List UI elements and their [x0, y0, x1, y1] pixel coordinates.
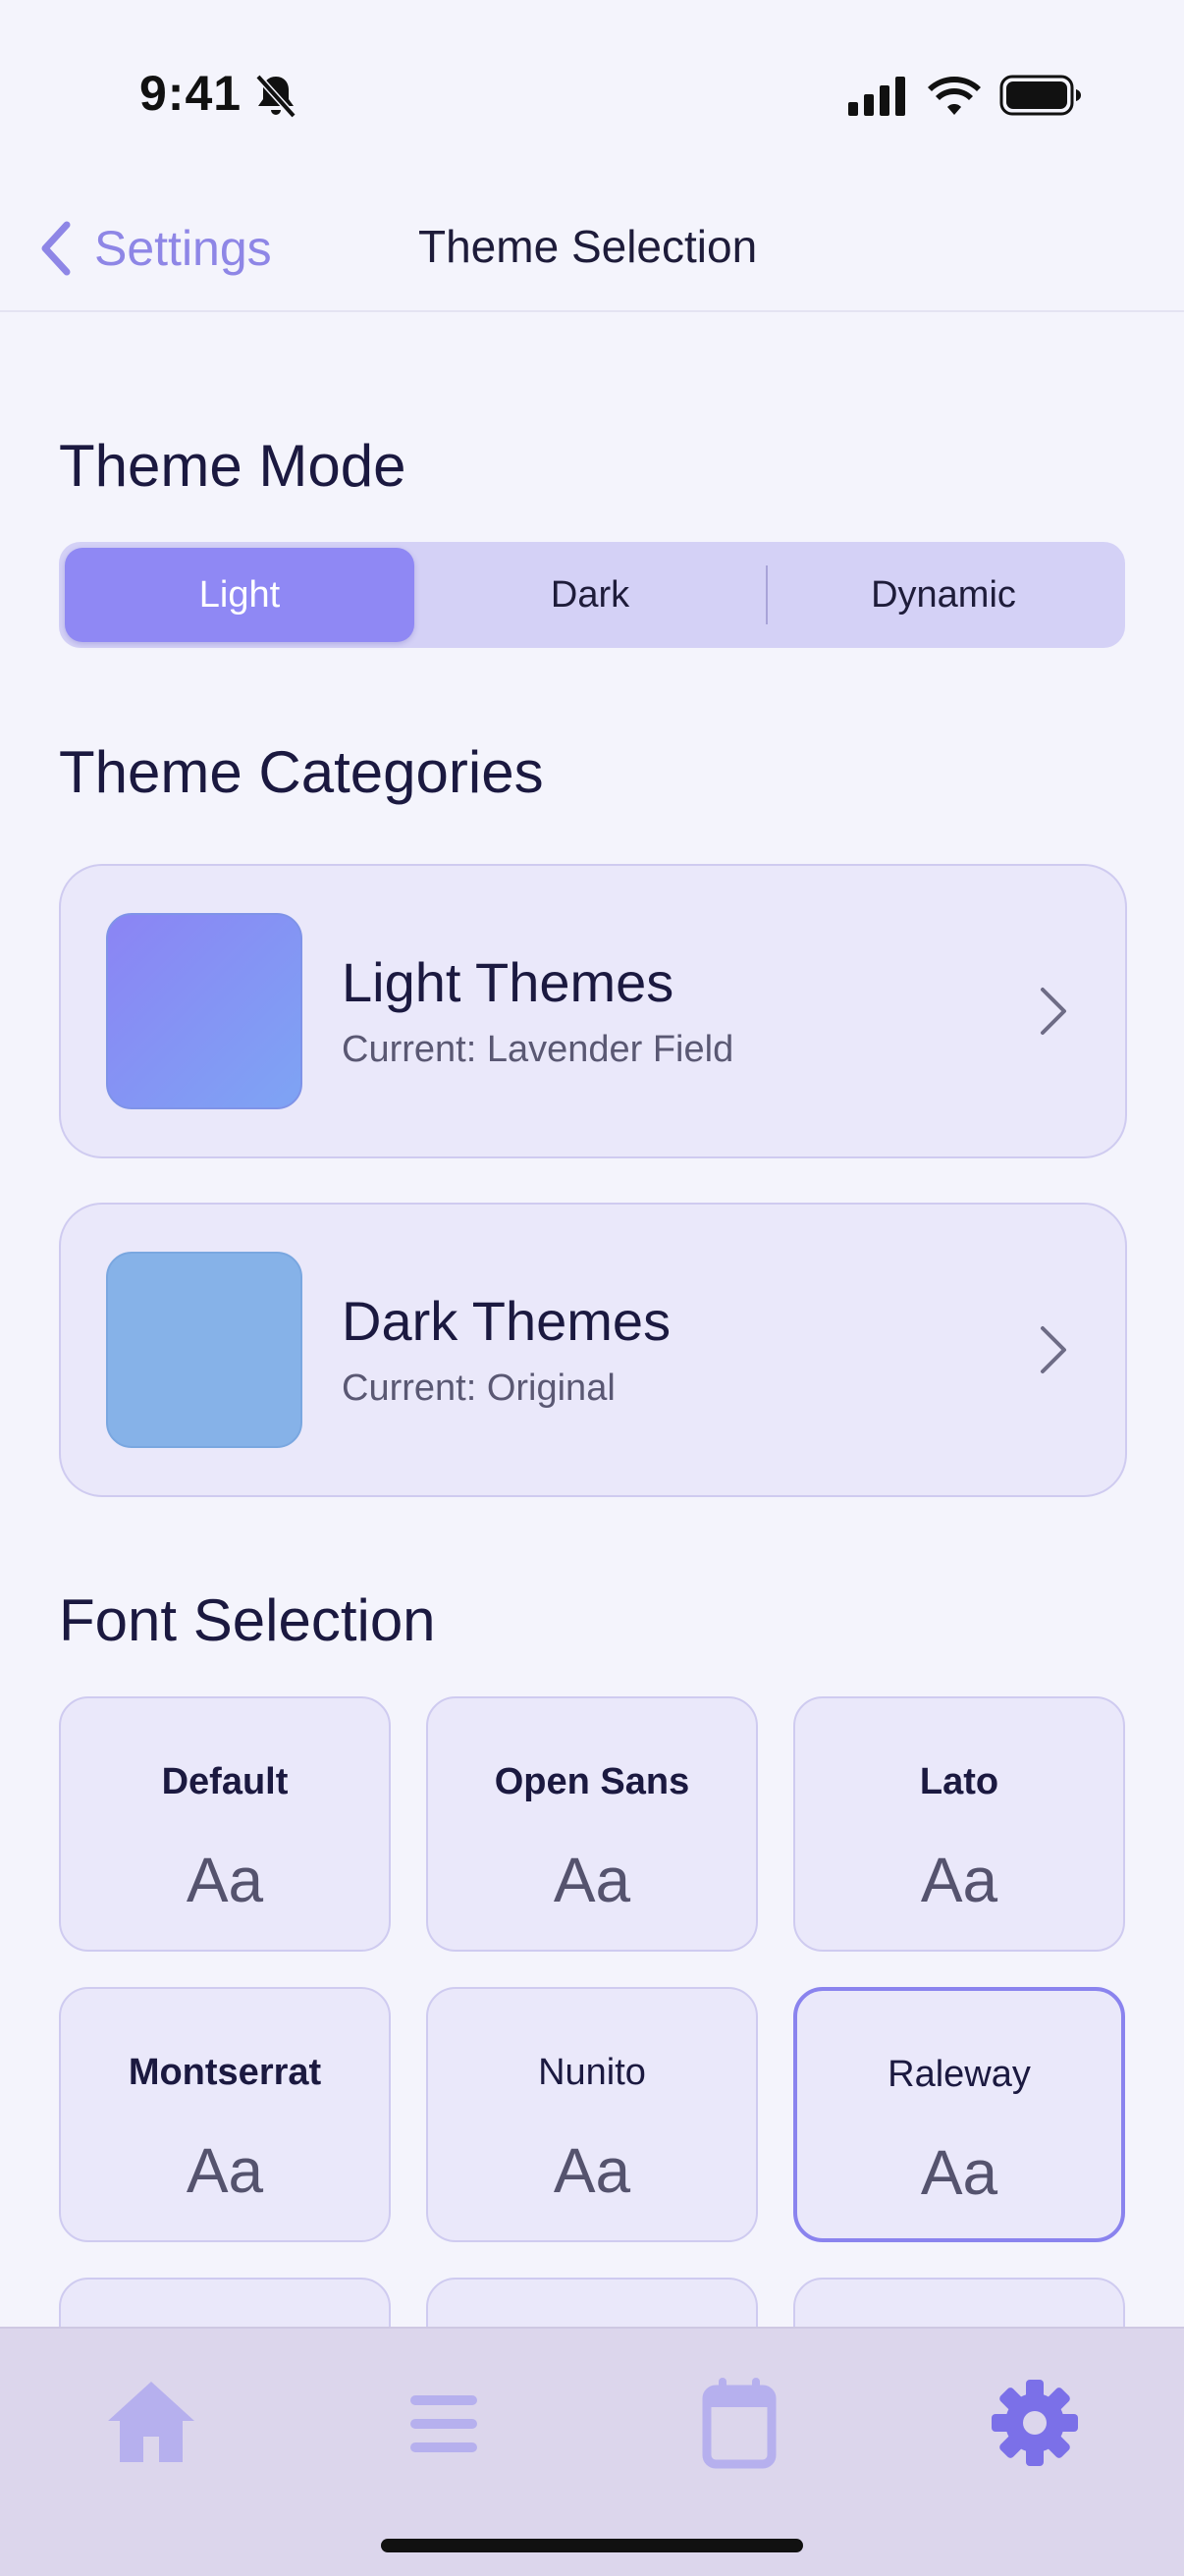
- theme-categories-heading: Theme Categories: [59, 739, 544, 805]
- battery-icon: [999, 75, 1081, 116]
- chevron-right-icon: [1041, 988, 1066, 1035]
- home-icon[interactable]: [92, 2368, 210, 2476]
- category-name: Dark Themes: [342, 1290, 672, 1352]
- font-tile-lato[interactable]: Lato Aa: [793, 1696, 1125, 1952]
- home-indicator: [381, 2539, 803, 2552]
- theme-mode-heading: Theme Mode: [59, 433, 406, 499]
- font-name: Open Sans: [494, 1761, 690, 1802]
- theme-mode-segmented-control: Light Dark Dynamic: [59, 542, 1125, 648]
- navigation-bar: Settings Theme Selection: [0, 187, 1184, 312]
- page-title: Theme Selection: [418, 221, 758, 272]
- category-current: Current: Original: [342, 1368, 616, 1409]
- light-theme-swatch: [106, 913, 302, 1109]
- font-sample: Aa: [186, 2135, 264, 2206]
- font-selection-heading: Font Selection: [59, 1587, 436, 1653]
- font-sample: Aa: [920, 2137, 998, 2208]
- chevron-right-icon: [1041, 1326, 1066, 1373]
- segment-light[interactable]: Light: [65, 548, 414, 642]
- bell-muted-icon: [255, 74, 296, 119]
- font-sample: Aa: [186, 1845, 264, 1915]
- font-sample: Aa: [553, 2135, 631, 2206]
- wifi-icon: [928, 77, 981, 115]
- font-name: Lato: [919, 1761, 999, 1802]
- dark-theme-swatch: [106, 1252, 302, 1448]
- back-button[interactable]: Settings: [35, 214, 272, 283]
- font-tile-nunito[interactable]: Nunito Aa: [426, 1987, 758, 2242]
- font-name: Default: [161, 1761, 289, 1802]
- font-sample: Aa: [553, 1845, 631, 1915]
- font-name: Raleway: [888, 2054, 1031, 2095]
- status-time: 9:41: [139, 66, 242, 121]
- calendar-icon[interactable]: [679, 2368, 797, 2476]
- status-bar: 9:41: [0, 0, 1184, 187]
- font-sample: Aa: [920, 1845, 998, 1915]
- cellular-signal-icon: [848, 77, 905, 116]
- chevron-left-icon: [41, 221, 71, 276]
- font-tile-montserrat[interactable]: Montserrat Aa: [59, 1987, 391, 2242]
- list-icon[interactable]: [385, 2368, 503, 2476]
- font-tile-raleway-selected[interactable]: Raleway Aa: [793, 1987, 1125, 2242]
- category-current: Current: Lavender Field: [342, 1029, 734, 1070]
- segment-dark[interactable]: Dark: [414, 548, 766, 642]
- font-tile-default[interactable]: Default Aa: [59, 1696, 391, 1952]
- font-tile-open-sans[interactable]: Open Sans Aa: [426, 1696, 758, 1952]
- segment-dynamic[interactable]: Dynamic: [768, 548, 1119, 642]
- font-name: Montserrat: [128, 2052, 322, 2093]
- settings-gear-icon[interactable]: [976, 2368, 1094, 2476]
- font-name: Nunito: [538, 2052, 646, 2093]
- dark-themes-card[interactable]: Dark Themes Current: Original: [59, 1203, 1127, 1497]
- back-label: Settings: [94, 221, 272, 276]
- category-name: Light Themes: [342, 951, 674, 1013]
- light-themes-card[interactable]: Light Themes Current: Lavender Field: [59, 864, 1127, 1158]
